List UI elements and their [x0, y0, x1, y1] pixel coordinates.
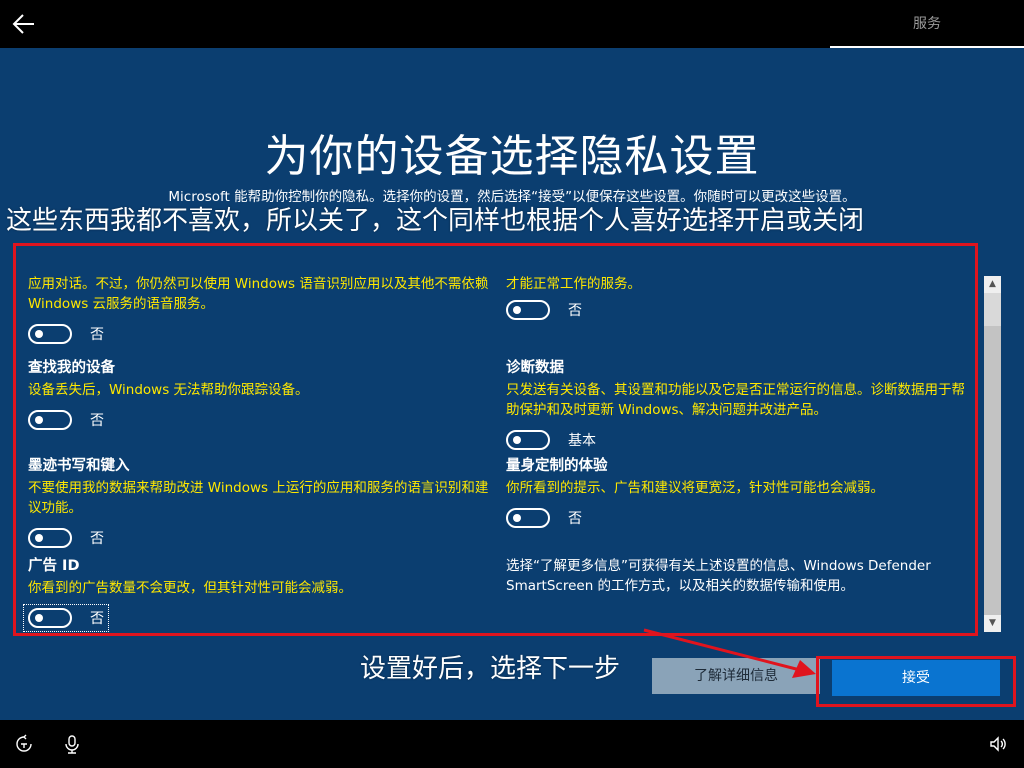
setting-online-speech: 应用对话。不过，你仍然可以使用 Windows 语音识别应用以及其他不需依赖 W…	[28, 274, 498, 344]
bottom-bar	[0, 720, 1024, 768]
back-button[interactable]	[10, 10, 40, 38]
setting-desc: 才能正常工作的服务。	[506, 276, 641, 292]
toggle-row: 否	[506, 508, 976, 528]
settings-scrollbar[interactable]: ▲ ▼	[984, 276, 1001, 632]
annotation-top: 这些东西我都不喜欢，所以关了，这个同样也根据个人喜好选择开启或关闭	[6, 206, 865, 236]
setting-desc: 设备丢失后，Windows 无法帮助你跟踪设备。	[28, 382, 309, 398]
setting-services: 才能正常工作的服务。 否	[506, 274, 976, 320]
inking-typing-toggle[interactable]	[28, 528, 72, 548]
speech-toggle[interactable]	[28, 324, 72, 344]
setting-title: 广告 ID	[28, 558, 80, 574]
toggle-state: 否	[568, 303, 582, 319]
setting-tailored-experiences: 量身定制的体验 你所看到的提示、广告和建议将更宽泛，针对性可能也会减弱。 否	[506, 454, 976, 528]
toggle-row: 否	[28, 324, 498, 344]
toggle-state: 否	[90, 413, 104, 429]
toggle-row: 基本	[506, 430, 976, 450]
toggle-state: 否	[568, 511, 582, 527]
diagnostics-toggle[interactable]	[506, 430, 550, 450]
scroll-down-arrow-icon[interactable]: ▼	[984, 615, 1001, 632]
setting-title: 诊断数据	[506, 360, 564, 376]
setting-title: 墨迹书写和键入	[28, 458, 130, 474]
setting-title: 查找我的设备	[28, 360, 115, 376]
setting-title: 量身定制的体验	[506, 458, 608, 474]
toggle-state: 否	[90, 531, 104, 547]
learn-more-info: 选择“了解更多信息”可获得有关上述设置的信息、Windows Defender …	[506, 556, 976, 596]
setting-inking-typing: 墨迹书写和键入 不要使用我的数据来帮助改进 Windows 上运行的应用和服务的…	[28, 454, 498, 548]
ease-of-access-icon[interactable]	[14, 734, 34, 754]
microphone-icon[interactable]	[62, 734, 82, 754]
annotation-arrow-icon	[643, 628, 816, 678]
setting-desc: 只发送有关设备、其设置和功能以及它是否正常运行的信息。诊断数据用于帮助保护和及时…	[506, 382, 965, 418]
setting-find-my-device: 查找我的设备 设备丢失后，Windows 无法帮助你跟踪设备。 否	[28, 356, 498, 430]
volume-icon[interactable]	[988, 734, 1008, 754]
annotation-bottom: 设置好后，选择下一步	[360, 654, 621, 684]
setting-desc: 你看到的广告数量不会更改，但其针对性可能会减弱。	[28, 580, 352, 596]
setting-desc: 不要使用我的数据来帮助改进 Windows 上运行的应用和服务的语言识别和建议功…	[28, 480, 489, 516]
toggle-row: 否	[23, 604, 109, 632]
page-title: 为你的设备选择隐私设置	[264, 131, 760, 182]
toggle-state: 否	[90, 611, 104, 627]
setting-desc: 你所看到的提示、广告和建议将更宽泛，针对性可能也会减弱。	[506, 480, 884, 496]
scroll-thumb[interactable]	[984, 326, 1001, 616]
scroll-up-arrow-icon[interactable]: ▲	[984, 276, 1001, 293]
advertising-id-toggle[interactable]	[28, 608, 72, 628]
services-toggle[interactable]	[506, 300, 550, 320]
highlight-box-accept	[816, 656, 1016, 707]
toggle-state: 基本	[568, 433, 596, 449]
setting-diagnostics: 诊断数据 只发送有关设备、其设置和功能以及它是否正常运行的信息。诊断数据用于帮助…	[506, 356, 976, 450]
toggle-row: 否	[28, 410, 498, 430]
toggle-state: 否	[90, 327, 104, 343]
find-my-device-toggle[interactable]	[28, 410, 72, 430]
tailored-experiences-toggle[interactable]	[506, 508, 550, 528]
tab-services[interactable]: 服务	[830, 0, 1024, 48]
info-text: 选择“了解更多信息”可获得有关上述设置的信息、Windows Defender …	[506, 558, 931, 594]
toggle-row: 否	[506, 300, 976, 320]
back-arrow-icon	[12, 14, 34, 34]
toggle-row: 否	[28, 528, 498, 548]
setting-advertising-id: 广告 ID 你看到的广告数量不会更改，但其针对性可能会减弱。 否	[23, 554, 498, 632]
top-bar: 服务	[0, 0, 1024, 48]
setting-desc: 应用对话。不过，你仍然可以使用 Windows 语音识别应用以及其他不需依赖 W…	[28, 276, 489, 312]
